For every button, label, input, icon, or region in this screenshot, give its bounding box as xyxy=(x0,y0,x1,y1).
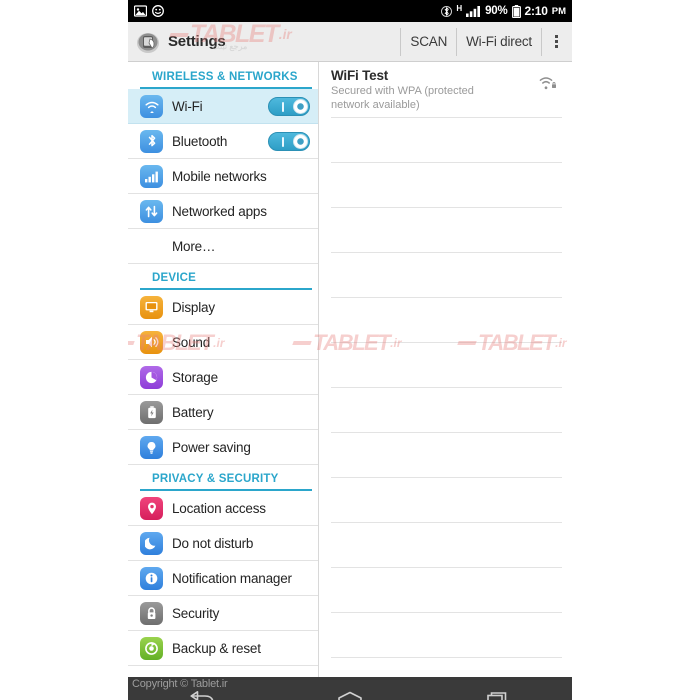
action-bar: Settings SCAN Wi-Fi direct xyxy=(128,22,572,62)
wifi-network-info: WiFi Test Secured with WPA (protected ne… xyxy=(331,68,538,113)
wifi-list-empty-row xyxy=(331,478,562,523)
wifi-list-empty-row xyxy=(331,523,562,568)
sidebar-item-power-saving[interactable]: Power saving xyxy=(128,430,318,465)
sidebar-item-label: Storage xyxy=(172,369,218,385)
monitor-icon xyxy=(140,295,163,319)
status-bar-notifications xyxy=(134,5,164,17)
network-type-label: H xyxy=(456,3,463,13)
moon-icon xyxy=(140,531,163,555)
wifi-secured-icon xyxy=(538,74,558,95)
sidebar-item-label: Bluetooth xyxy=(172,133,228,149)
section-header-wireless: WIRELESS & NETWORKS xyxy=(140,62,312,89)
sidebar-item-mobile-networks[interactable]: Mobile networks xyxy=(128,159,318,194)
sidebar-item-more[interactable]: More… xyxy=(128,229,318,264)
signal-bars-icon xyxy=(466,5,481,17)
pie-chart-icon xyxy=(140,365,163,389)
clock-time: 2:10 xyxy=(524,4,548,18)
wifi-list-empty-row xyxy=(331,388,562,433)
sidebar-item-label: Mobile networks xyxy=(172,168,267,184)
emoji-icon xyxy=(152,5,164,17)
main-content: WIRELESS & NETWORKS Wi-Fi Bluetooth Mobi… xyxy=(128,62,572,677)
wifi-list-empty-row xyxy=(331,568,562,613)
home-icon[interactable] xyxy=(322,684,378,700)
navigation-bar: Copyright © Tablet.ir xyxy=(128,677,572,700)
sidebar-item-bluetooth[interactable]: Bluetooth xyxy=(128,124,318,159)
wifi-list-empty-row xyxy=(331,208,562,253)
settings-sidebar[interactable]: WIRELESS & NETWORKS Wi-Fi Bluetooth Mobi… xyxy=(128,62,319,677)
sidebar-item-sound[interactable]: Sound xyxy=(128,325,318,360)
sidebar-item-backup-reset[interactable]: Backup & reset xyxy=(128,631,318,666)
battery-icon xyxy=(140,400,163,424)
status-bar-system: H 90% 2:10 PM xyxy=(441,4,566,18)
speaker-icon xyxy=(140,330,163,354)
sidebar-item-label: Power saving xyxy=(172,439,251,455)
wifi-list-empty-row xyxy=(331,118,562,163)
toggle-knob xyxy=(293,98,308,114)
bluetooth-icon xyxy=(441,5,453,18)
lock-icon xyxy=(140,601,163,625)
recent-apps-icon[interactable] xyxy=(470,684,526,700)
copyright-watermark: Copyright © Tablet.ir xyxy=(132,678,228,690)
sidebar-item-label: More… xyxy=(172,238,216,254)
wifi-network-name: WiFi Test xyxy=(331,68,389,83)
sidebar-item-security[interactable]: Security xyxy=(128,596,318,631)
sidebar-item-wifi[interactable]: Wi-Fi xyxy=(128,89,318,124)
sidebar-item-notification-manager[interactable]: Notification manager xyxy=(128,561,318,596)
wifi-network-status: Secured with WPA (protected network avai… xyxy=(331,85,474,111)
clock-ampm: PM xyxy=(551,5,566,17)
screenshot-icon xyxy=(134,5,147,17)
action-bar-buttons: SCAN Wi-Fi direct xyxy=(400,27,572,56)
sidebar-item-label: Location access xyxy=(172,500,266,516)
sidebar-item-label: Do not disturb xyxy=(172,535,254,551)
sidebar-item-label: Battery xyxy=(172,404,214,420)
data-transfer-icon xyxy=(140,199,163,223)
sidebar-item-display[interactable]: Display xyxy=(128,290,318,325)
sidebar-item-label: Notification manager xyxy=(172,570,292,586)
settings-app-icon xyxy=(132,25,166,59)
signal-bars-icon xyxy=(140,164,163,188)
bluetooth-icon xyxy=(140,129,163,153)
scan-button[interactable]: SCAN xyxy=(400,27,456,56)
section-header-device: DEVICE xyxy=(140,264,312,290)
wifi-icon xyxy=(140,94,163,118)
section-header-privacy: PRIVACY & SECURITY xyxy=(140,465,312,491)
sidebar-item-label: Backup & reset xyxy=(172,640,261,656)
sidebar-item-storage[interactable]: Storage xyxy=(128,360,318,395)
sidebar-item-do-not-disturb[interactable]: Do not disturb xyxy=(128,526,318,561)
wifi-direct-button[interactable]: Wi-Fi direct xyxy=(456,27,541,56)
wifi-list-empty-row xyxy=(331,433,562,478)
wifi-list-empty-row xyxy=(331,163,562,208)
sidebar-item-label: Networked apps xyxy=(172,203,267,219)
sidebar-item-label: Sound xyxy=(172,334,211,350)
battery-percent-label: 90% xyxy=(485,5,508,17)
device-screen: H 90% 2:10 PM Settings SCAN Wi-Fi direct… xyxy=(128,0,572,700)
toggle-knob xyxy=(293,133,308,149)
battery-icon xyxy=(511,4,521,18)
page-title: Settings xyxy=(168,33,226,50)
wifi-network-item[interactable]: WiFi Test Secured with WPA (protected ne… xyxy=(331,62,562,118)
info-icon xyxy=(140,566,163,590)
sidebar-item-label: Security xyxy=(172,605,220,621)
sidebar-item-label: Display xyxy=(172,299,215,315)
lightbulb-icon xyxy=(140,435,163,459)
wifi-network-list[interactable]: WiFi Test Secured with WPA (protected ne… xyxy=(319,62,572,677)
wifi-list-empty-row xyxy=(331,343,562,388)
bluetooth-toggle[interactable] xyxy=(268,131,310,151)
sidebar-item-label: Wi-Fi xyxy=(172,98,203,114)
status-bar: H 90% 2:10 PM xyxy=(128,0,572,22)
wifi-list-empty-row xyxy=(331,253,562,298)
wifi-toggle[interactable] xyxy=(268,96,310,116)
overflow-menu-icon[interactable] xyxy=(541,27,570,56)
wifi-list-empty-row xyxy=(331,613,562,658)
sidebar-item-location-access[interactable]: Location access xyxy=(128,491,318,526)
wifi-list-empty-row xyxy=(331,298,562,343)
sidebar-item-battery[interactable]: Battery xyxy=(128,395,318,430)
sidebar-item-networked-apps[interactable]: Networked apps xyxy=(128,194,318,229)
map-pin-icon xyxy=(140,496,163,520)
refresh-icon xyxy=(140,636,163,660)
